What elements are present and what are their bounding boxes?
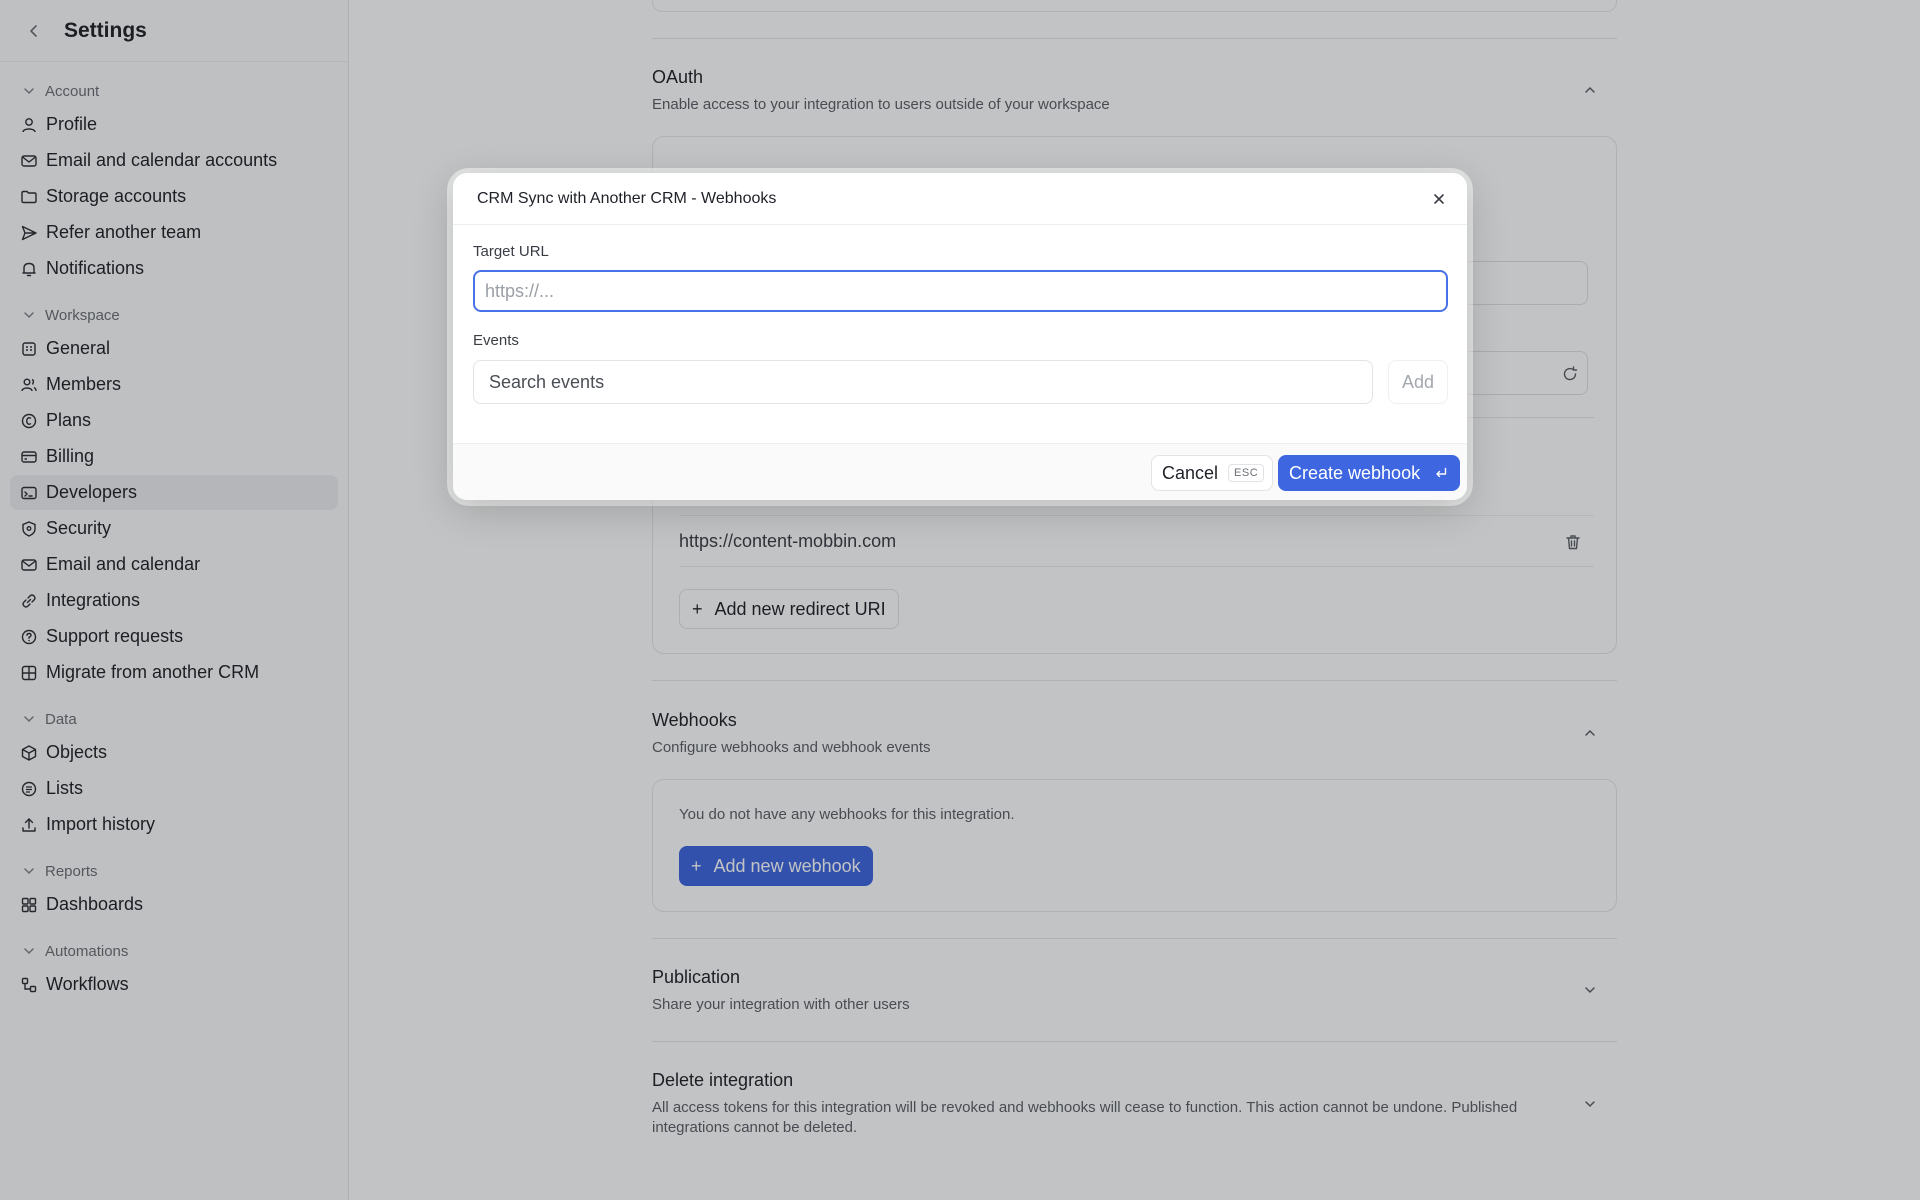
events-label: Events: [473, 332, 519, 349]
create-webhook-dialog: CRM Sync with Another CRM - Webhooks Tar…: [453, 173, 1467, 500]
dialog-footer: Cancel ESC Create webhook: [453, 443, 1467, 500]
target-url-input[interactable]: [473, 270, 1448, 312]
dialog-title: CRM Sync with Another CRM - Webhooks: [477, 189, 777, 207]
create-webhook-button[interactable]: Create webhook: [1278, 455, 1461, 491]
dialog-body: Target URL Events Add: [453, 225, 1467, 443]
cancel-button-label: Cancel: [1162, 462, 1219, 483]
target-url-label: Target URL: [473, 243, 549, 260]
enter-key-icon: [1434, 466, 1448, 480]
dialog-header: CRM Sync with Another CRM - Webhooks: [453, 173, 1467, 225]
create-webhook-label: Create webhook: [1289, 462, 1421, 483]
close-icon[interactable]: [1429, 189, 1449, 209]
cancel-button[interactable]: Cancel ESC: [1151, 455, 1274, 491]
search-events-input[interactable]: [473, 360, 1373, 404]
add-event-button[interactable]: Add: [1388, 360, 1448, 404]
escape-shortcut-badge: ESC: [1228, 464, 1265, 482]
